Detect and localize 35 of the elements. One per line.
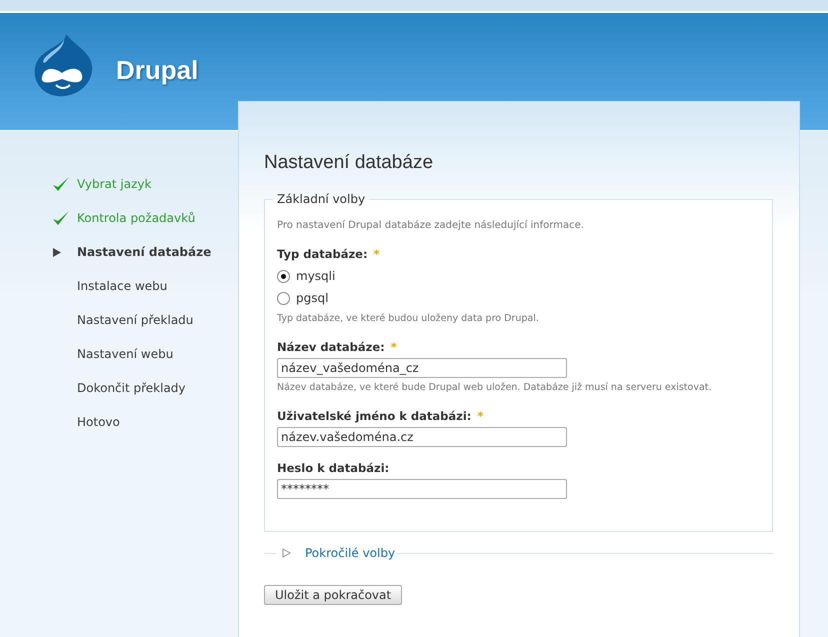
field-description: Název databáze, ve které bude Drupal web uložen. Databáze již musí na serveru existovat. [277, 381, 713, 395]
expand-arrow-icon [282, 548, 291, 558]
intro-text: Pro nastavení Drupal databáze zadejte následující informace. [277, 220, 585, 231]
drop-logo-icon [32, 33, 94, 97]
required-mark: * [390, 340, 397, 354]
step-label: Nastavení překladu [77, 313, 194, 327]
step-label: Kontrola požadavků [77, 211, 196, 225]
text-field[interactable]: název.vašedoména.cz [277, 427, 567, 447]
required-mark: * [374, 247, 380, 261]
field-label: Název databáze: [277, 340, 385, 354]
radio-button[interactable] [277, 270, 290, 282]
text-field[interactable]: název_vašedoména_cz [277, 358, 567, 378]
step-label: Nastavení webu [77, 347, 174, 361]
step-label: Nastavení databáze [77, 245, 212, 259]
current-step-arrow-icon [52, 248, 61, 256]
field-label: Uživatelské jméno k databázi: [277, 409, 472, 423]
checkmark-icon [52, 175, 70, 193]
required-mark: * [477, 409, 484, 423]
step-label: Dokončit překlady [77, 381, 186, 395]
radio-label: mysqli [296, 269, 336, 283]
text-field[interactable]: ******** [277, 479, 567, 499]
advanced-options-link[interactable]: Pokročilé volby [276, 546, 398, 560]
field-label: Heslo k databázi: [277, 461, 390, 475]
fieldset-legend: Základní volby [273, 192, 370, 206]
save-continue-button[interactable]: Uložit a pokračovat [264, 585, 402, 605]
checkmark-icon [52, 209, 70, 227]
field-description: Typ databáze, ve které budou uloženy data pro Drupal. [277, 312, 540, 326]
step-label: Hotovo [77, 415, 120, 429]
site-name: Drupal [116, 55, 198, 86]
page-title: Nastavení databáze [264, 152, 434, 174]
step-label: Instalace webu [77, 279, 168, 293]
radio-label: pgsql [296, 291, 328, 305]
radio-button[interactable] [277, 292, 290, 304]
step-label: Vybrat jazyk [77, 177, 152, 191]
field-label: Typ databáze: [277, 247, 368, 261]
